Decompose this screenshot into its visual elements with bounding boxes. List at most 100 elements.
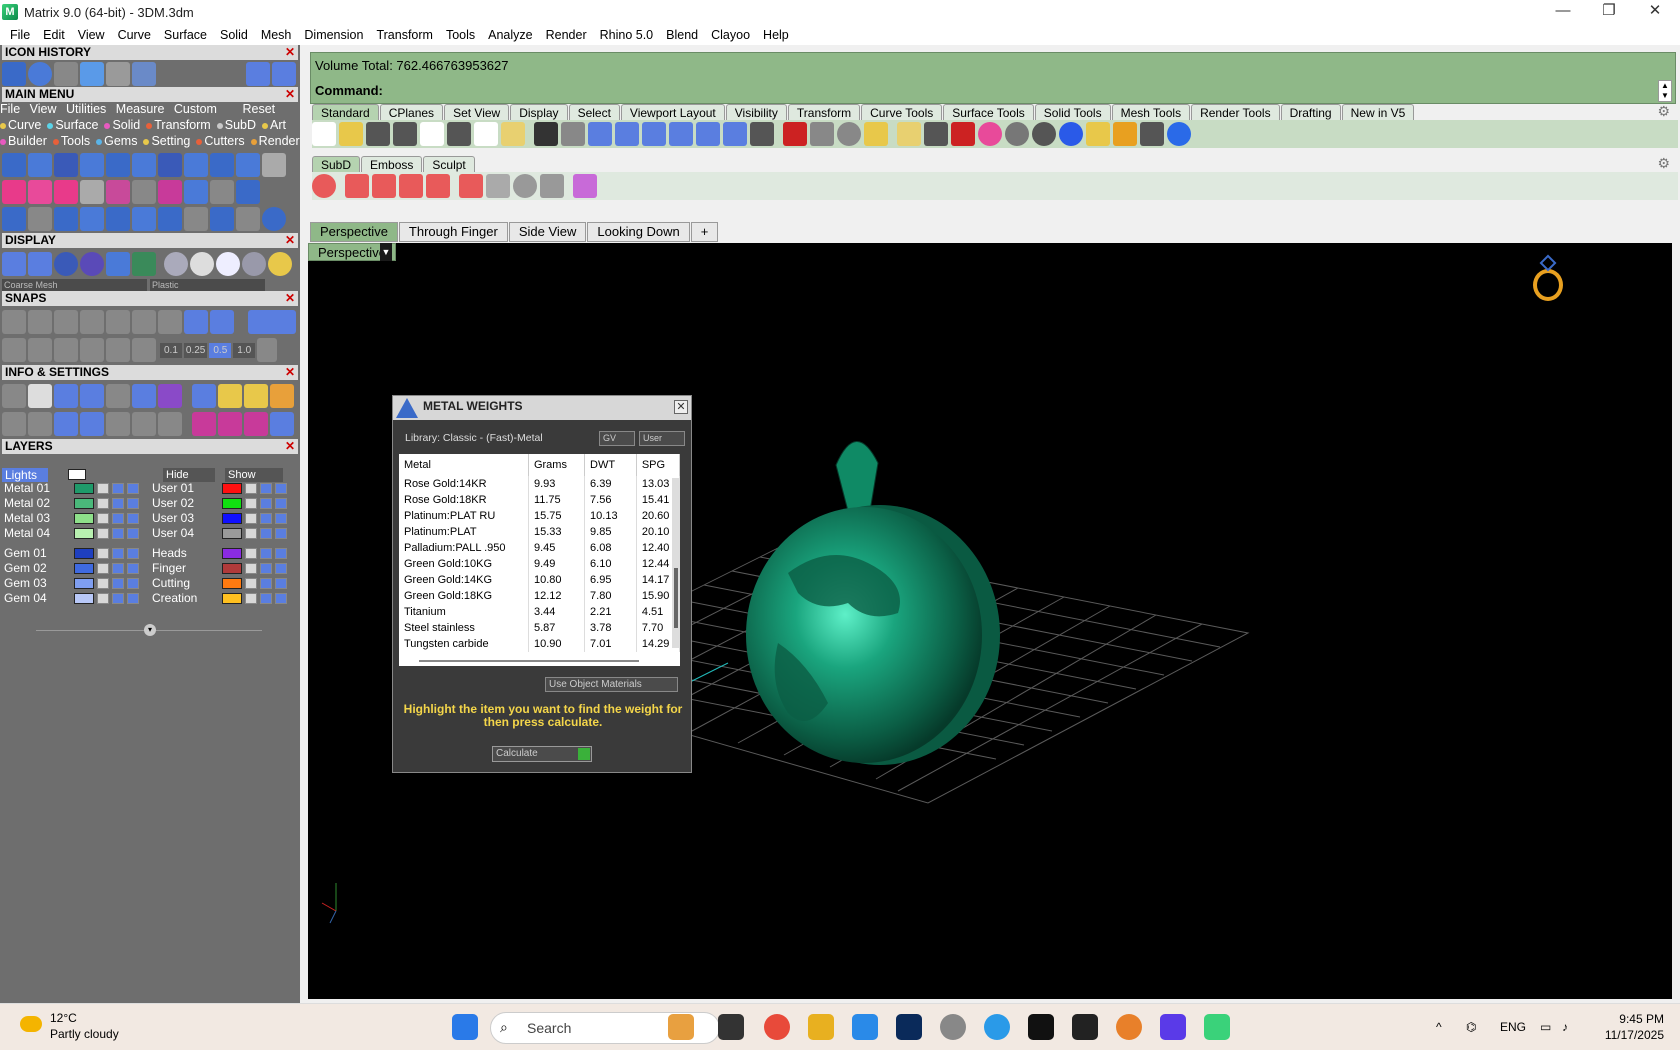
layer-toggle-icon[interactable]: [127, 498, 139, 509]
menu-rhino5[interactable]: Rhino 5.0: [594, 28, 661, 42]
lock-icon[interactable]: [245, 578, 257, 589]
toolbar-tab-drafting[interactable]: Drafting: [1280, 104, 1341, 121]
tool-icon[interactable]: [262, 153, 286, 177]
calculate-button[interactable]: Calculate: [492, 746, 592, 762]
layer-row[interactable]: Metal 03: [0, 511, 139, 526]
help-icon[interactable]: [1167, 122, 1191, 146]
material-sphere-icon[interactable]: [242, 252, 266, 276]
show-button[interactable]: Show: [225, 468, 283, 482]
column-header-dwt[interactable]: DWT: [584, 454, 637, 476]
toolbar-tab-display[interactable]: Display: [510, 104, 568, 121]
layer-color-swatch[interactable]: [74, 593, 94, 604]
undo-icon[interactable]: [534, 122, 558, 146]
layer-toggle-icon[interactable]: [127, 593, 139, 604]
help-icon[interactable]: [513, 174, 537, 198]
lock-icon[interactable]: [245, 548, 257, 559]
tool-icon[interactable]: [184, 153, 208, 177]
layout-icon[interactable]: [2, 412, 26, 436]
layer-row[interactable]: User 04: [148, 526, 287, 541]
layer-toggle-icon[interactable]: [275, 563, 287, 574]
layer-row[interactable]: Metal 02: [0, 496, 139, 511]
menu-surface[interactable]: Surface: [158, 28, 214, 42]
menu-edit[interactable]: Edit: [37, 28, 72, 42]
taskbar-app-icon[interactable]: [668, 1014, 694, 1040]
mm-reset[interactable]: Reset: [242, 102, 275, 116]
layer-color-swatch[interactable]: [222, 528, 242, 539]
tool-icon[interactable]: [132, 153, 156, 177]
display-icon[interactable]: ▭: [1540, 1020, 1551, 1034]
mm-file[interactable]: File: [0, 102, 20, 116]
snap-end-icon[interactable]: [2, 310, 26, 334]
subd-tab-emboss[interactable]: Emboss: [361, 156, 423, 173]
mm-item-cutters[interactable]: Cutters: [204, 134, 244, 148]
toolbar-tab-surface-tools[interactable]: Surface Tools: [943, 104, 1034, 121]
grid-icon[interactable]: [2, 338, 26, 362]
layer-row[interactable]: Creation: [148, 591, 287, 606]
visible-icon[interactable]: [112, 593, 124, 604]
mm-item-tools[interactable]: Tools: [61, 134, 90, 148]
layer-row[interactable]: Gem 03: [0, 576, 139, 591]
visible-icon[interactable]: [260, 548, 272, 559]
command-prompt[interactable]: Command:: [315, 83, 383, 98]
sphere-icon[interactable]: [1059, 122, 1083, 146]
taskbar-app-icon[interactable]: [1072, 1014, 1098, 1040]
new-file-icon[interactable]: [312, 122, 336, 146]
tool-icon[interactable]: [54, 207, 78, 231]
snap-icon[interactable]: [80, 338, 104, 362]
use-object-materials-checkbox[interactable]: Use Object Materials: [545, 677, 678, 692]
gear-icon[interactable]: ⚙: [1657, 155, 1670, 172]
light-icon[interactable]: [897, 122, 921, 146]
close-icon[interactable]: ✕: [285, 233, 295, 248]
taskbar-app-icon[interactable]: [940, 1014, 966, 1040]
sphere-icon[interactable]: [80, 252, 104, 276]
tool-icon[interactable]: [184, 180, 208, 204]
column-header-metal[interactable]: Metal: [399, 454, 529, 476]
layer-color-swatch[interactable]: [222, 578, 242, 589]
info-icon[interactable]: [270, 412, 294, 436]
info-icon[interactable]: [218, 384, 242, 408]
menu-curve[interactable]: Curve: [112, 28, 158, 42]
table-row[interactable]: Rose Gold:18KR 11.75 7.56 15.41: [399, 492, 680, 508]
layer-row[interactable]: Metal 01: [0, 481, 139, 496]
mm-item-gems[interactable]: Gems: [104, 134, 137, 148]
tool-icon[interactable]: [2, 180, 26, 204]
layer-row[interactable]: Heads: [148, 546, 287, 561]
info-icon[interactable]: [80, 384, 104, 408]
info-icon[interactable]: [158, 412, 182, 436]
cut-icon[interactable]: [447, 122, 471, 146]
close-icon[interactable]: ✕: [285, 45, 295, 60]
render-icon[interactable]: [106, 252, 130, 276]
lock-icon[interactable]: [245, 513, 257, 524]
ring-icon[interactable]: [1528, 254, 1568, 303]
lock-icon[interactable]: [97, 563, 109, 574]
horizontal-scrollbar[interactable]: [419, 660, 639, 662]
user-toggle[interactable]: User: [639, 431, 685, 446]
tool-icon[interactable]: [2, 153, 26, 177]
circle-icon[interactable]: [837, 122, 861, 146]
zoom-extents-icon[interactable]: [669, 122, 693, 146]
visible-icon[interactable]: [260, 528, 272, 539]
snap-icon[interactable]: [132, 338, 156, 362]
tool-icon[interactable]: [80, 207, 104, 231]
tool-icon[interactable]: [54, 180, 78, 204]
chevron-up-icon[interactable]: ^: [1436, 1020, 1442, 1034]
tool-icon[interactable]: [106, 153, 130, 177]
subd-tab-subd[interactable]: SubD: [312, 156, 361, 173]
display-mesh-select[interactable]: Coarse Mesh: [2, 279, 147, 291]
layer-name[interactable]: Gem 03: [0, 576, 60, 591]
paste-icon[interactable]: [501, 122, 525, 146]
render-icon[interactable]: [1086, 122, 1110, 146]
layer-name[interactable]: User 02: [148, 496, 208, 511]
tool-icon[interactable]: [184, 207, 208, 231]
snap-cen-icon[interactable]: [158, 310, 182, 334]
zoom-icon[interactable]: [615, 122, 639, 146]
snap-tan-icon[interactable]: [132, 310, 156, 334]
layer-row[interactable]: Gem 02: [0, 561, 139, 576]
render-icon[interactable]: [132, 252, 156, 276]
mm-view[interactable]: View: [30, 102, 57, 116]
blender-icon[interactable]: [1116, 1014, 1142, 1040]
more-icon[interactable]: [540, 174, 564, 198]
lock-icon[interactable]: [97, 513, 109, 524]
table-row[interactable]: Steel stainless 5.87 3.78 7.70: [399, 620, 680, 636]
lock-icon[interactable]: [245, 563, 257, 574]
